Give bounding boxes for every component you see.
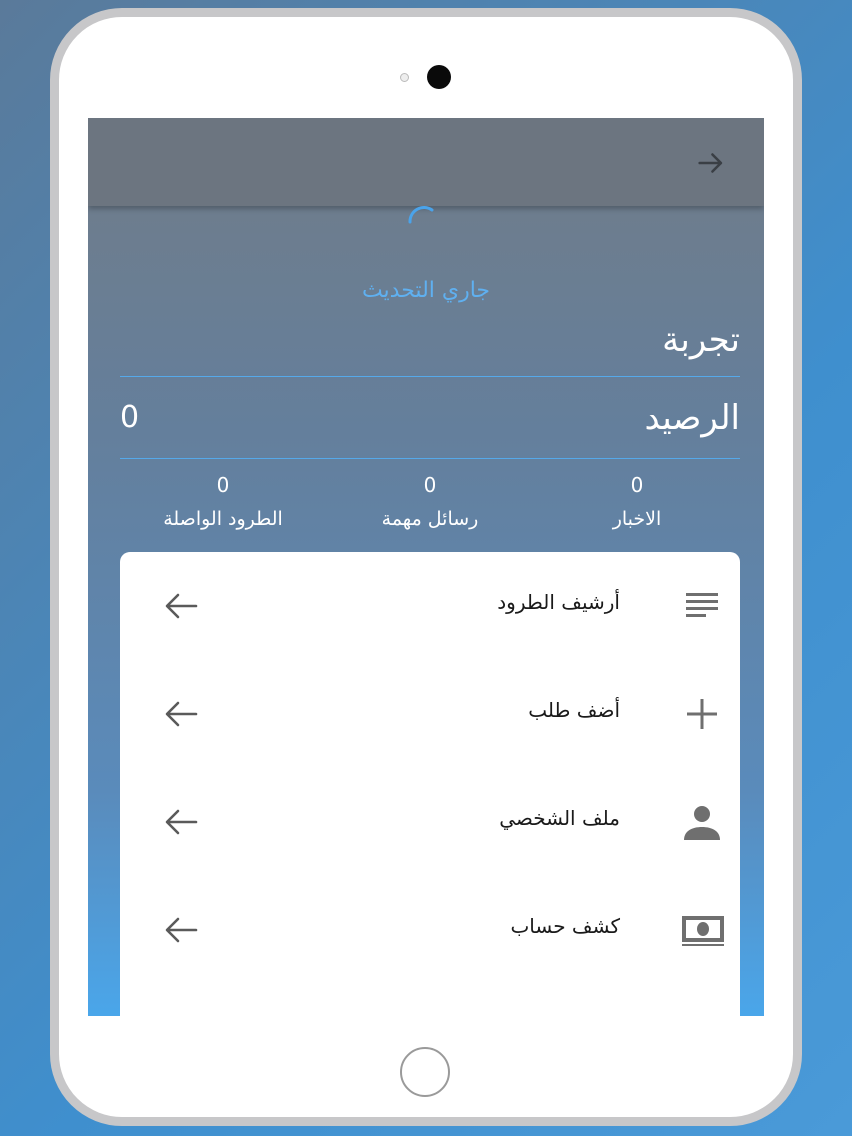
menu-card: أرشيف الطرود أضف طلب ملف الشخصي كشف حساب [120,552,740,1016]
list-icon [686,593,718,617]
menu-item-label: ملف الشخصي [499,806,620,830]
arrow-left-icon [165,701,198,727]
stat-parcels-value: 0 [216,473,230,497]
menu-item-label: كشف حساب [510,914,620,938]
stat-messages-label: رسائل مهمة [381,508,479,530]
person-icon [684,806,720,840]
menu-item-label: أرشيف الطرود [497,590,620,614]
menu-item-label: أضف طلب [528,698,620,722]
plus-icon [687,699,717,729]
menu-item-profile[interactable]: ملف الشخصي [120,768,740,876]
money-icon [682,916,724,946]
stat-arrived-parcels[interactable]: 0 الطرود الواصلة [120,470,326,534]
stat-important-messages[interactable]: 0 رسائل مهمة [327,470,533,534]
menu-item-parcel-archive[interactable]: أرشيف الطرود [120,552,740,660]
balance-row: الرصيد 0 [120,390,740,459]
menu-item-account-statement[interactable]: كشف حساب [120,876,740,984]
loading-spinner-icon [408,206,434,224]
stat-parcels-label: الطرود الواصلة [163,508,283,530]
stat-news-label: الاخبار [612,508,662,530]
balance-value: 0 [120,400,140,435]
home-button[interactable] [400,1047,450,1097]
balance-label: الرصيد [644,398,740,438]
arrow-left-icon [165,917,198,943]
stats-row: 0 الاخبار 0 رسائل مهمة 0 الطرود الواصلة [120,470,740,550]
refresh-status: جاري التحديث [361,278,491,303]
account-name-field: تجربة [120,314,740,377]
account-name: تجربة [662,320,740,360]
menu-item-add-order[interactable]: أضف طلب [120,660,740,768]
front-camera [427,65,451,89]
stat-messages-value: 0 [423,473,437,497]
arrow-right-icon[interactable] [694,146,728,180]
app-screen: جاري التحديث تجربة الرصيد 0 0 الاخبار 0 … [88,118,764,1016]
stat-news-value: 0 [630,473,644,497]
arrow-left-icon [165,593,198,619]
arrow-left-icon [165,809,198,835]
stat-news[interactable]: 0 الاخبار [534,470,740,534]
front-sensor [400,73,409,82]
app-bar [88,118,764,206]
